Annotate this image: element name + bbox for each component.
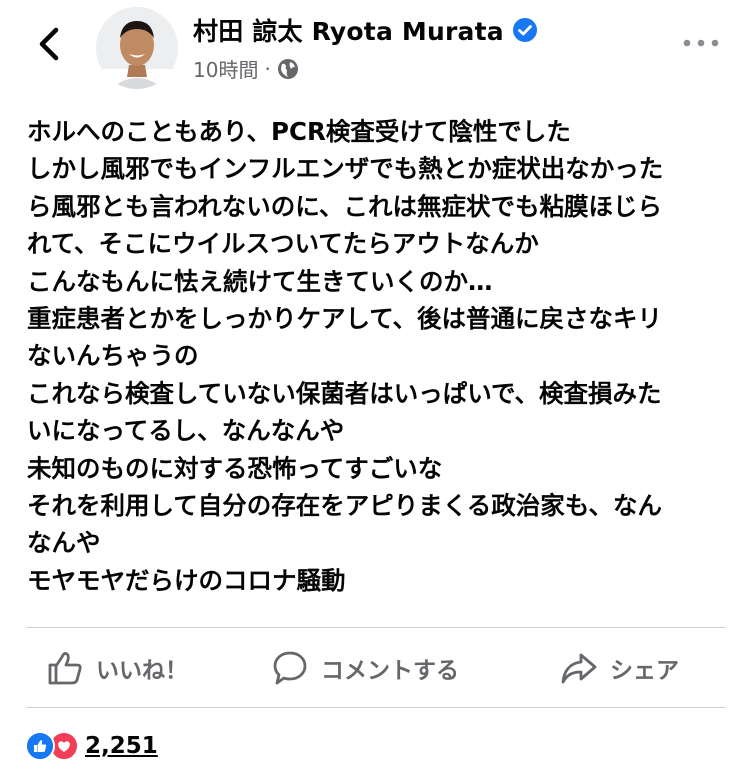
post-body-line: モヤモヤだらけのコロナ騒動 [27,565,346,595]
meta-separator: · [264,56,271,81]
post-timestamp[interactable]: 10時間 [193,54,258,83]
comment-button[interactable]: コメントする [271,640,459,696]
action-bar: いいね！ コメントする シェア [0,640,750,696]
post-body-line: ホルへのこともあり、PCR検査受けて陰性でした [27,117,571,146]
like-reaction-icon [25,731,55,761]
reaction-count[interactable]: 2,251 [85,733,158,759]
post-body-line: いになってるし、なんなんや [27,416,345,446]
author-name[interactable]: 村田 諒太 Ryota Murata [193,12,504,48]
like-label: いいね！ [96,658,188,684]
post-body: ホルへのこともあり、PCR検査受けて陰性でした しかし風邪でもインフルエンザでも… [27,113,727,599]
post-body-line: なんや [27,528,101,558]
reaction-icons[interactable] [25,731,79,761]
post-meta: 10時間 · [193,54,299,83]
divider [26,627,726,628]
post-body-line: それを利用して自分の存在をアピりまくる政治家も、なん [27,491,663,521]
comment-label: コメントする [321,658,459,684]
post-body-line: れて、そこにウイルスついてたらアウトなんか [27,229,539,259]
share-label: シェア [610,658,679,684]
post-body-line: ら風邪とも言われないのに、これは無症状でも粘膜ほじら [27,191,663,221]
comment-bubble-icon [273,651,307,685]
share-arrow-icon [561,653,597,684]
verified-badge-icon [512,18,537,42]
post-body-line: 重症患者とかをしっかりケアして、後は普通に戻さなキリ [27,304,663,334]
globe-icon [277,58,298,79]
post-body-line: しかし風邪でもインフルエンザでも熱とか症状出なかった [27,154,664,184]
post-body-line: これなら検査していない保菌者はいっぱいで、検査損みた [27,378,662,408]
post-body-line: こんなもんに怯え続けて生きていくのか… [27,266,493,296]
like-button[interactable]: いいね！ [46,640,188,696]
divider [26,707,726,708]
post-body-line: ないんちゃうの [27,341,199,371]
more-options-icon[interactable] [682,38,720,48]
author-avatar[interactable] [96,7,178,89]
post-body-line: 未知のものに対する恐怖ってすごいな [27,453,443,483]
reactions-summary: 2,251 [25,731,158,761]
like-thumb-icon [48,652,82,685]
back-arrow-icon[interactable] [30,24,70,64]
share-button[interactable]: シェア [560,640,679,696]
